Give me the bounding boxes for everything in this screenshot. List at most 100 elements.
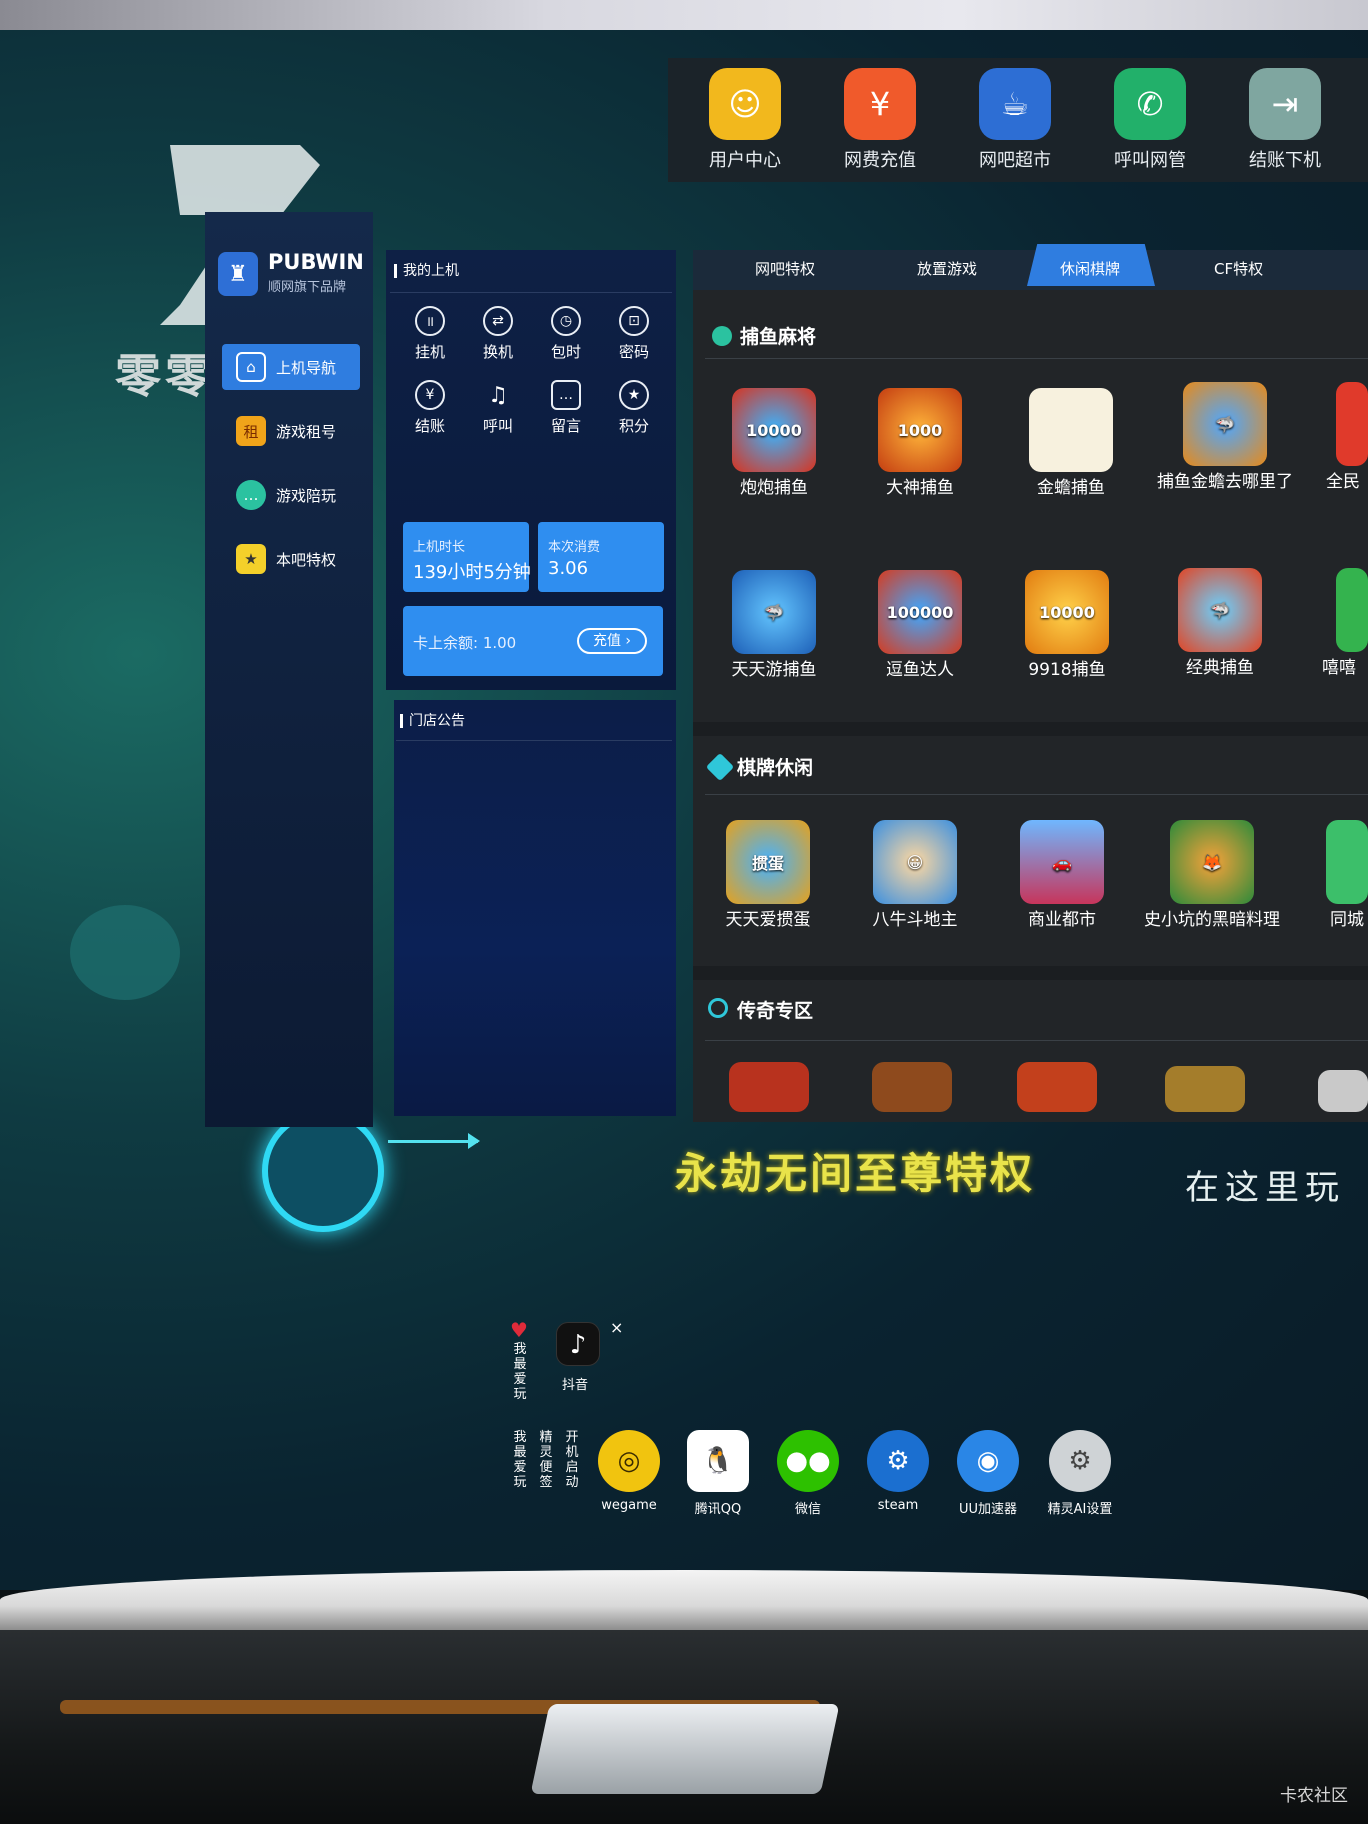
recharge-card-button[interactable]: 充值 ›: [577, 628, 647, 654]
sidebar-item-privilege[interactable]: ★ 本吧特权: [222, 536, 360, 582]
call-admin-button[interactable]: ✆ 呼叫网管: [1095, 68, 1205, 172]
dock-item-qq[interactable]: 🐧 腾讯QQ: [678, 1430, 758, 1517]
game-item[interactable]: 同城: [1300, 820, 1368, 931]
bg-right-text: 在这里玩: [1185, 1168, 1345, 1208]
game-item[interactable]: 10000 炮炮捕鱼: [699, 388, 849, 499]
game-icon: [1029, 388, 1113, 472]
category-title: 棋牌休闲: [737, 757, 814, 779]
call-button[interactable]: ♫ 呼叫: [473, 380, 523, 436]
message-button[interactable]: … 留言: [541, 380, 591, 436]
user-center-label: 用户中心: [709, 150, 781, 171]
yen-icon: ¥: [415, 380, 445, 410]
duration-label: 上机时长: [413, 540, 466, 555]
checkout-icon: ⇥: [1249, 68, 1321, 140]
game-item[interactable]: 🚗 商业都市: [987, 820, 1137, 931]
recharge-button[interactable]: ¥ 网费充值: [825, 68, 935, 172]
game-item[interactable]: 掼蛋 天天爱掼蛋: [693, 820, 843, 931]
action-label: 留言: [550, 417, 581, 435]
game-icon: 🚗: [1020, 820, 1104, 904]
game-icon: [1165, 1066, 1245, 1112]
game-item[interactable]: 全民: [1300, 382, 1368, 493]
close-icon[interactable]: ×: [610, 1318, 623, 1337]
game-item[interactable]: 100000 逗鱼达人: [845, 570, 995, 681]
switch-button[interactable]: ⇄ 换机: [473, 306, 523, 362]
tab-privilege[interactable]: 网吧特权: [755, 258, 815, 279]
game-icon: [1336, 568, 1368, 652]
game-icon: 掼蛋: [726, 820, 810, 904]
game-item[interactable]: 嘻嘻: [1300, 568, 1368, 679]
heart-icon: ♥: [510, 1318, 528, 1342]
cost-value: 3.06: [548, 558, 589, 579]
sidebar-item-label: 本吧特权: [276, 550, 337, 569]
game-item[interactable]: [1017, 1062, 1097, 1112]
checkout-button[interactable]: ⇥ 结账下机: [1230, 68, 1340, 172]
divider: [396, 740, 672, 741]
star-icon: ★: [619, 380, 649, 410]
call-admin-label: 呼叫网管: [1114, 150, 1186, 171]
game-item[interactable]: 😀 八牛斗地主: [840, 820, 990, 931]
game-item[interactable]: 🦈 经典捕鱼: [1145, 568, 1295, 679]
favorite-label: 我最爱玩: [513, 1342, 527, 1402]
game-item[interactable]: 金蟾捕鱼: [996, 388, 1146, 499]
dock-item-wegame[interactable]: ◎ wegame: [589, 1430, 669, 1513]
game-item[interactable]: [729, 1062, 809, 1112]
game-item[interactable]: [1318, 1070, 1368, 1112]
switch-icon: ⇄: [483, 306, 513, 336]
password-button[interactable]: ⊡ 密码: [609, 306, 659, 362]
dock-vertical-label[interactable]: 我最爱玩: [512, 1430, 528, 1490]
steam-icon: ⚙: [867, 1430, 929, 1492]
game-item[interactable]: 1000 大神捕鱼: [845, 388, 995, 499]
checkout-label: 结账下机: [1249, 150, 1321, 171]
hangup-button[interactable]: ॥ 挂机: [405, 306, 455, 362]
supermarket-icon: ☕: [979, 68, 1051, 140]
tab-cf[interactable]: CF特权: [1214, 258, 1263, 279]
game-name: 捕鱼金蟾去哪里了: [1157, 472, 1293, 492]
dock-label: steam: [877, 1498, 919, 1513]
tab-chess-cards[interactable]: 休闲棋牌: [1060, 258, 1120, 279]
tab-idle-games[interactable]: 放置游戏: [917, 258, 977, 279]
game-name: 逗鱼达人: [886, 660, 954, 680]
wechat-icon: ●●: [777, 1430, 839, 1492]
douyin-label: 抖音: [562, 1378, 589, 1393]
game-item[interactable]: 🦈 捕鱼金蟾去哪里了: [1150, 382, 1300, 493]
session-title: 我的上机: [394, 264, 459, 278]
douyin-icon[interactable]: ♪: [556, 1322, 600, 1366]
package-time-button[interactable]: ◷ 包时: [541, 306, 591, 362]
dock-item-settings[interactable]: ⚙ 精灵AI设置: [1040, 1430, 1120, 1517]
game-icon: [1318, 1070, 1368, 1112]
sidebar-item-companion[interactable]: … 游戏陪玩: [222, 472, 360, 518]
uu-icon: ◉: [957, 1430, 1019, 1492]
action-label: 密码: [618, 343, 649, 361]
pubwin-logo-icon: ♜: [218, 252, 258, 296]
user-center-button[interactable]: ☺ 用户中心: [690, 68, 800, 172]
bg-logo-text: 零零: [115, 349, 215, 403]
message-icon: …: [551, 380, 581, 410]
game-icon: 🦈: [1178, 568, 1262, 652]
bg-slogan: 永劫无间至尊特权: [675, 1149, 1036, 1198]
game-item[interactable]: 🦊 史小坑的黑暗料理: [1137, 820, 1287, 931]
game-name: 史小坑的黑暗料理: [1144, 910, 1280, 930]
game-item[interactable]: [1165, 1066, 1245, 1112]
dock-item-wechat[interactable]: ●● 微信: [768, 1430, 848, 1517]
dock-label: wegame: [601, 1498, 657, 1513]
supermarket-label: 网吧超市: [979, 150, 1051, 171]
dock-label: 精灵AI设置: [1047, 1502, 1113, 1517]
sidebar-item-label: 游戏陪玩: [276, 486, 337, 505]
sidebar-item-nav[interactable]: ⌂ 上机导航: [222, 344, 360, 390]
cost-card: 本次消费 3.06: [538, 522, 664, 592]
game-item[interactable]: 🦈 天天游捕鱼: [699, 570, 849, 681]
game-item[interactable]: 10000 9918捕鱼: [992, 570, 1142, 681]
game-item[interactable]: [872, 1062, 952, 1112]
cost-label: 本次消费: [548, 540, 601, 555]
game-icon: 10000: [1025, 570, 1109, 654]
game-icon: 😀: [873, 820, 957, 904]
dock-vertical-label[interactable]: 开机启动: [564, 1430, 580, 1490]
dock-vertical-label[interactable]: 精灵便签: [538, 1430, 554, 1490]
points-button[interactable]: ★ 积分: [609, 380, 659, 436]
sidebar-item-rent[interactable]: 租 游戏租号: [222, 408, 360, 454]
dock-item-uu[interactable]: ◉ UU加速器: [948, 1430, 1028, 1517]
supermarket-button[interactable]: ☕ 网吧超市: [960, 68, 1070, 172]
settle-button[interactable]: ¥ 结账: [405, 380, 455, 436]
action-label: 包时: [550, 343, 581, 361]
dock-item-steam[interactable]: ⚙ steam: [858, 1430, 938, 1513]
